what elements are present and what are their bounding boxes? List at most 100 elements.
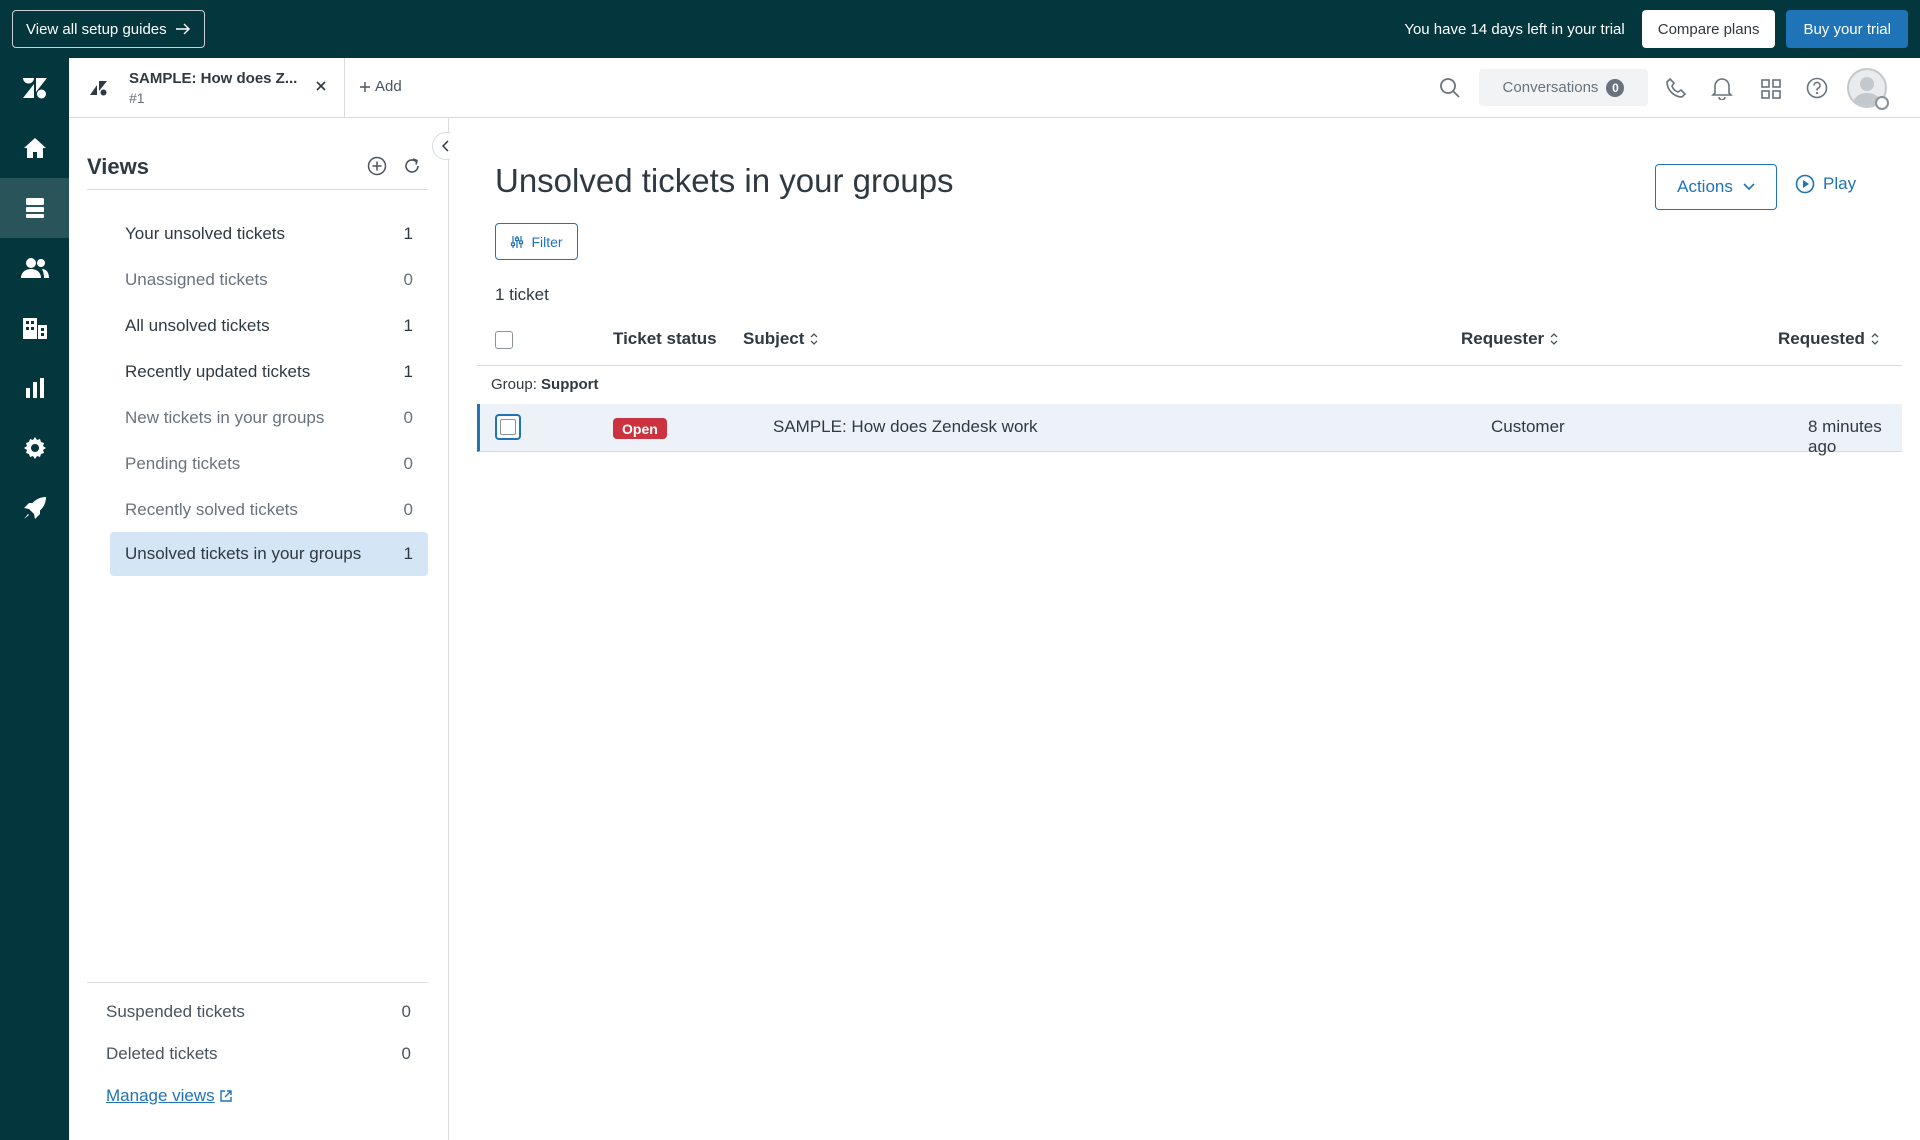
filter-label: Filter (531, 233, 563, 250)
play-button[interactable]: Play (1795, 174, 1856, 194)
deleted-tickets-link[interactable]: Deleted tickets 0 (106, 1044, 411, 1064)
refresh-icon[interactable] (402, 156, 422, 176)
ticket-tab-title: SAMPLE: How does Z... (129, 70, 298, 87)
view-item-label: Pending tickets (125, 454, 241, 473)
play-icon (1795, 174, 1815, 194)
view-setup-guides-button[interactable]: View all setup guides (12, 10, 205, 48)
suspended-tickets-link[interactable]: Suspended tickets 0 (106, 1002, 411, 1022)
column-header-subject-label: Subject (743, 329, 805, 348)
deleted-tickets-count: 0 (401, 1044, 411, 1063)
plus-icon (360, 81, 370, 92)
view-item-count: 1 (403, 362, 413, 381)
view-item-unassigned[interactable]: Unassigned tickets 0 (110, 258, 428, 302)
notifications-bell-icon[interactable] (1711, 76, 1733, 100)
home-icon[interactable] (0, 118, 69, 178)
phone-icon[interactable] (1665, 77, 1687, 99)
agent-status-indicator (1875, 96, 1889, 110)
view-item-count: 1 (403, 224, 413, 243)
ticket-tab-number: #1 (129, 90, 145, 106)
views-bottom-divider (87, 982, 428, 983)
external-link-icon (219, 1090, 232, 1102)
views-divider (87, 189, 428, 190)
rocket-icon[interactable] (0, 478, 69, 538)
views-title: Views (87, 154, 149, 179)
help-icon[interactable] (1806, 77, 1828, 99)
view-item-all-unsolved[interactable]: All unsolved tickets 1 (110, 304, 428, 348)
play-label: Play (1823, 174, 1857, 193)
view-item-recently-solved[interactable]: Recently solved tickets 0 (110, 488, 428, 532)
close-icon[interactable] (313, 78, 329, 94)
status-badge: Open (613, 418, 667, 439)
view-item-your-unsolved[interactable]: Your unsolved tickets 1 (110, 212, 428, 256)
view-item-label: Unassigned tickets (125, 270, 268, 289)
add-view-icon[interactable] (367, 156, 387, 176)
customers-icon[interactable] (0, 238, 69, 298)
ticket-requested: 8 minutes ago (1808, 417, 1882, 456)
views-panel: Views Your unsolved tickets 1 Unassigned… (69, 118, 460, 1140)
zendesk-logo-icon[interactable] (0, 58, 69, 118)
conversations-count-badge: 0 (1606, 78, 1625, 97)
organizations-icon[interactable] (0, 298, 69, 358)
reporting-icon[interactable] (0, 358, 69, 418)
filter-sliders-icon (511, 235, 524, 248)
compare-plans-button[interactable]: Compare plans (1641, 10, 1776, 48)
manage-views-link[interactable]: Manage views (106, 1086, 233, 1106)
ticket-tab-icon (90, 81, 107, 96)
view-item-pending[interactable]: Pending tickets 0 (110, 442, 428, 486)
ticket-requester[interactable]: Customer (1491, 417, 1565, 437)
add-tab-button[interactable]: Add (359, 78, 402, 95)
view-item-count: 0 (403, 270, 413, 289)
sort-icon (1550, 333, 1558, 345)
group-prefix: Group: (491, 376, 537, 393)
nav-rail (0, 58, 69, 1140)
trial-bar: View all setup guides You have 14 days l… (0, 0, 1920, 58)
ticket-subject[interactable]: SAMPLE: How does Zendesk work (773, 417, 1038, 437)
view-item-recently-updated[interactable]: Recently updated tickets 1 (110, 350, 428, 394)
column-header-status-label: Ticket status (613, 329, 717, 348)
group-name: Support (541, 376, 599, 393)
actions-button[interactable]: Actions (1655, 164, 1777, 210)
page-title: Unsolved tickets in your groups (495, 162, 954, 199)
conversations-label: Conversations (1502, 79, 1599, 96)
view-item-label: Your unsolved tickets (125, 224, 286, 243)
views-icon[interactable] (0, 178, 69, 238)
sort-icon (810, 333, 818, 345)
table-row[interactable]: Open SAMPLE: How does Zendesk work Custo… (477, 404, 1902, 456)
ticket-count: 1 ticket (495, 285, 549, 304)
table-header-divider (477, 365, 1902, 366)
ticket-tab[interactable]: SAMPLE: How does Z... #1 (69, 58, 345, 117)
deleted-tickets-label: Deleted tickets (106, 1044, 218, 1063)
admin-gear-icon[interactable] (0, 418, 69, 478)
manage-views-label: Manage views (106, 1086, 215, 1105)
view-item-count: 0 (403, 454, 413, 473)
view-item-count: 0 (403, 408, 413, 427)
setup-guides-label: View all setup guides (26, 20, 167, 38)
trial-days-text: You have 14 days left in your trial (1404, 20, 1625, 38)
view-item-label: Recently solved tickets (125, 500, 298, 519)
column-header-requested[interactable]: Requested (1778, 329, 1880, 349)
chevron-down-icon (1743, 183, 1755, 191)
view-item-label: All unsolved tickets (125, 316, 270, 335)
sort-icon (1871, 333, 1879, 345)
arrow-right-icon (175, 23, 190, 35)
buy-trial-button[interactable]: Buy your trial (1786, 10, 1908, 48)
select-all-checkbox[interactable] (495, 331, 513, 349)
suspended-tickets-count: 0 (401, 1002, 411, 1021)
column-header-requester[interactable]: Requester (1461, 329, 1559, 349)
filter-button[interactable]: Filter (495, 223, 578, 260)
column-header-subject[interactable]: Subject (743, 329, 819, 349)
view-item-new-in-groups[interactable]: New tickets in your groups 0 (110, 396, 428, 440)
group-row: Group: Support (491, 376, 599, 393)
suspended-tickets-label: Suspended tickets (106, 1002, 245, 1021)
column-header-status[interactable]: Ticket status (613, 329, 717, 349)
search-icon[interactable] (1439, 77, 1461, 99)
add-tab-label: Add (375, 78, 402, 95)
actions-label: Actions (1677, 177, 1733, 196)
column-header-requester-label: Requester (1461, 329, 1545, 348)
row-checkbox[interactable] (495, 414, 521, 440)
view-item-count: 0 (403, 500, 413, 519)
product-tray-grid-icon[interactable] (1760, 78, 1782, 100)
view-item-unsolved-in-groups[interactable]: Unsolved tickets in your groups 1 (110, 532, 428, 576)
view-item-label: Recently updated tickets (125, 362, 311, 381)
conversations-button[interactable]: Conversations 0 (1479, 69, 1648, 106)
